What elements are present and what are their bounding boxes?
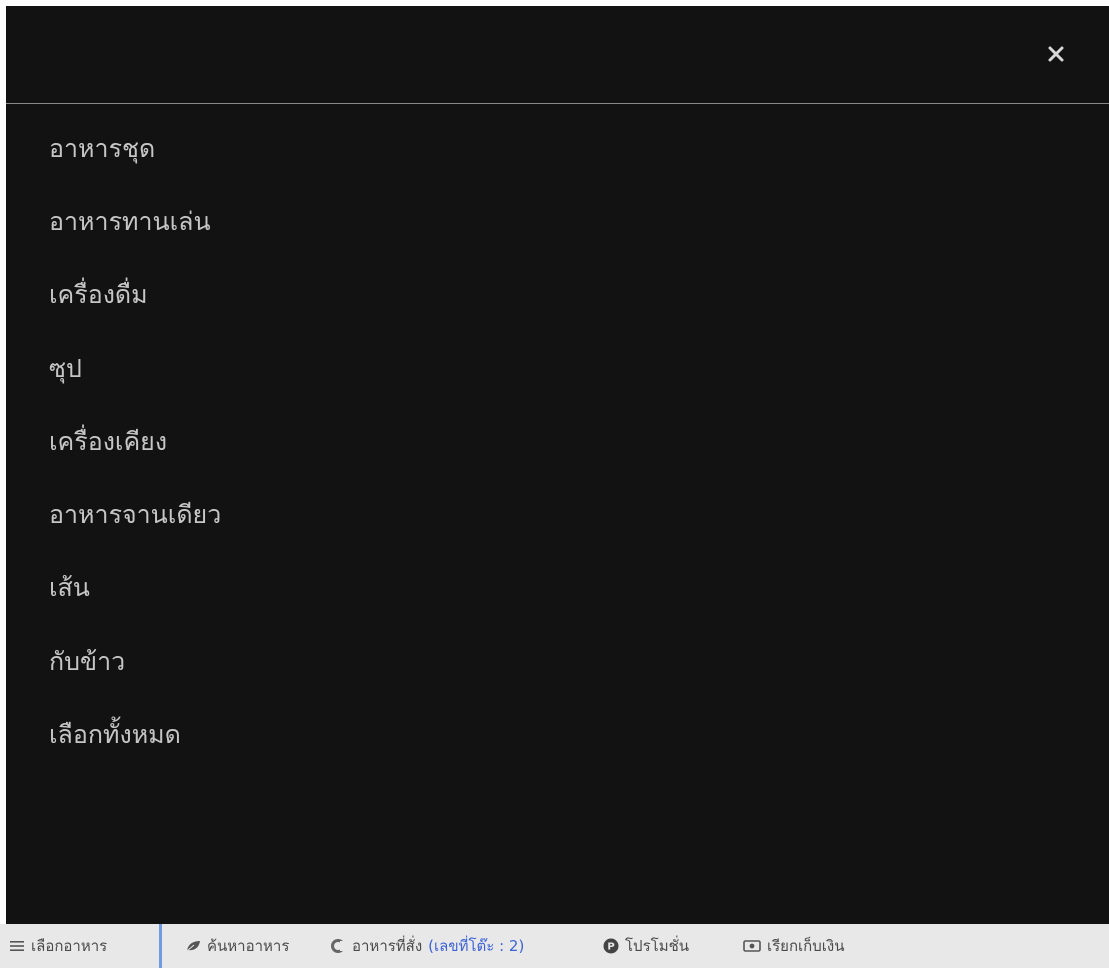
category-list: อาหารชุด อาหารทานเล่น เครื่องดื่ม ซุป เค… [6,112,1109,772]
category-item-select-all[interactable]: เลือกทั้งหมด [6,698,1109,771]
close-icon [1048,46,1064,62]
promotion-icon: P [603,938,619,954]
category-item-rice-dishes[interactable]: กับข้าว [6,625,1109,698]
category-menu-panel: อาหารชุด อาหารทานเล่น เครื่องดื่ม ซุป เค… [6,6,1109,924]
nav-promotion[interactable]: P โปรโมชั่น [603,924,743,968]
app: อาหารชุด อาหารทานเล่น เครื่องดื่ม ซุป เค… [0,0,1109,968]
category-item-drinks[interactable]: เครื่องดื่ม [6,259,1109,332]
category-item-side-dish[interactable]: เครื่องเคียง [6,405,1109,478]
category-item-single-dish[interactable]: อาหารจานเดียว [6,478,1109,551]
money-icon [743,939,761,953]
nav-promotion-label: โปรโมชั่น [625,937,690,955]
category-item-soup[interactable]: ซุป [6,332,1109,405]
nav-call-bill-label: เรียกเก็บเงิน [767,937,845,955]
category-item-appetizer[interactable]: อาหารทานเล่น [6,185,1109,258]
panel-header [6,6,1109,104]
fork-icon [330,938,346,954]
category-item-noodles[interactable]: เส้น [6,552,1109,625]
nav-ordered-food[interactable]: อาหารที่สั่ง (เลขที่โต๊ะ : 2) [330,924,603,968]
svg-text:P: P [607,942,614,953]
bottom-nav-bar: เลือกอาหาร ค้นหาอาหาร อาหารที่สั่ง (เลขท… [0,924,1109,968]
nav-call-bill[interactable]: เรียกเก็บเงิน [743,924,845,968]
category-item-set-meal[interactable]: อาหารชุด [6,112,1109,185]
table-number: (เลขที่โต๊ะ : 2) [428,937,525,955]
nav-search-food[interactable]: ค้นหาอาหาร [162,924,330,968]
nav-choose-food-label: เลือกอาหาร [31,937,108,955]
nav-choose-food[interactable]: เลือกอาหาร [0,924,162,968]
hamburger-icon [9,939,25,953]
nav-ordered-food-label: อาหารที่สั่ง [352,937,423,955]
nav-search-food-label: ค้นหาอาหาร [207,937,290,955]
leaf-icon [185,939,201,953]
close-button[interactable] [1043,41,1069,67]
